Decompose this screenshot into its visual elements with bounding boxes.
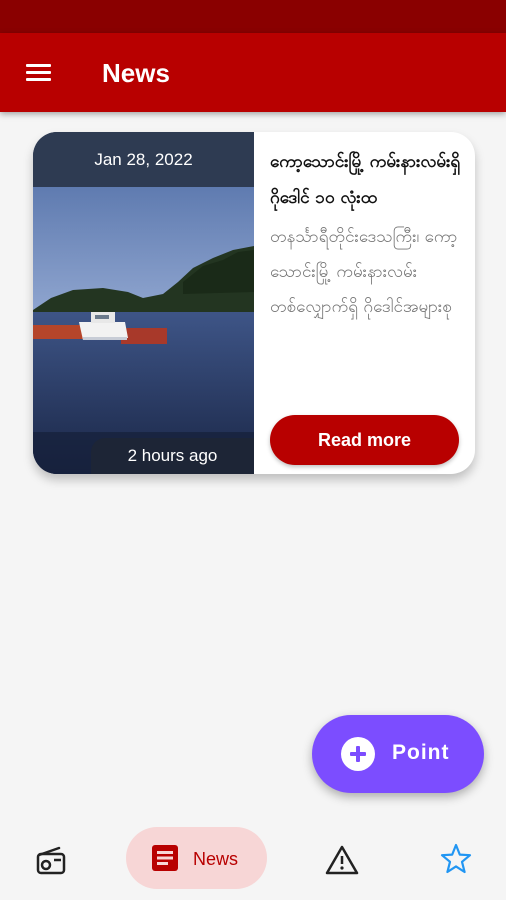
fab-label: Point bbox=[392, 741, 450, 764]
nav-news-label: News bbox=[193, 849, 239, 869]
news-date: Jan 28, 2022 bbox=[33, 132, 254, 187]
add-circle-icon bbox=[341, 737, 375, 771]
nav-favorites[interactable] bbox=[440, 842, 472, 876]
news-card[interactable]: Jan 28, 2022 2 hours ago ကော့သောင်းမြို့… bbox=[33, 132, 475, 474]
nav-news[interactable]: News bbox=[126, 827, 267, 889]
radio-icon bbox=[36, 846, 66, 875]
news-time-ago: 2 hours ago bbox=[91, 438, 254, 474]
page-title: News bbox=[102, 58, 170, 88]
star-icon bbox=[440, 843, 472, 874]
warning-icon bbox=[325, 845, 359, 875]
bottom-navigation: News bbox=[0, 815, 506, 900]
nav-radio[interactable] bbox=[34, 843, 68, 877]
article-icon bbox=[152, 845, 178, 871]
news-image: Jan 28, 2022 2 hours ago bbox=[33, 132, 254, 474]
read-more-button[interactable]: Read more bbox=[270, 415, 459, 465]
news-text: ကော့သောင်းမြို့ ကမ်းနားလမ်းရှိ ဂိုဒေါင် … bbox=[270, 144, 470, 360]
app-bar: News bbox=[0, 33, 506, 112]
nav-alerts[interactable] bbox=[324, 843, 360, 877]
status-bar bbox=[0, 0, 506, 33]
news-title: ကော့သောင်းမြို့ ကမ်းနားလမ်းရှိ ဂိုဒေါင် … bbox=[270, 152, 461, 208]
menu-icon[interactable] bbox=[22, 60, 58, 86]
news-description: တနင်္သာရီတိုင်းဒေသကြီး၊ ကော့သောင်းမြို့ … bbox=[270, 227, 458, 317]
point-fab-button[interactable]: Point bbox=[312, 715, 484, 793]
